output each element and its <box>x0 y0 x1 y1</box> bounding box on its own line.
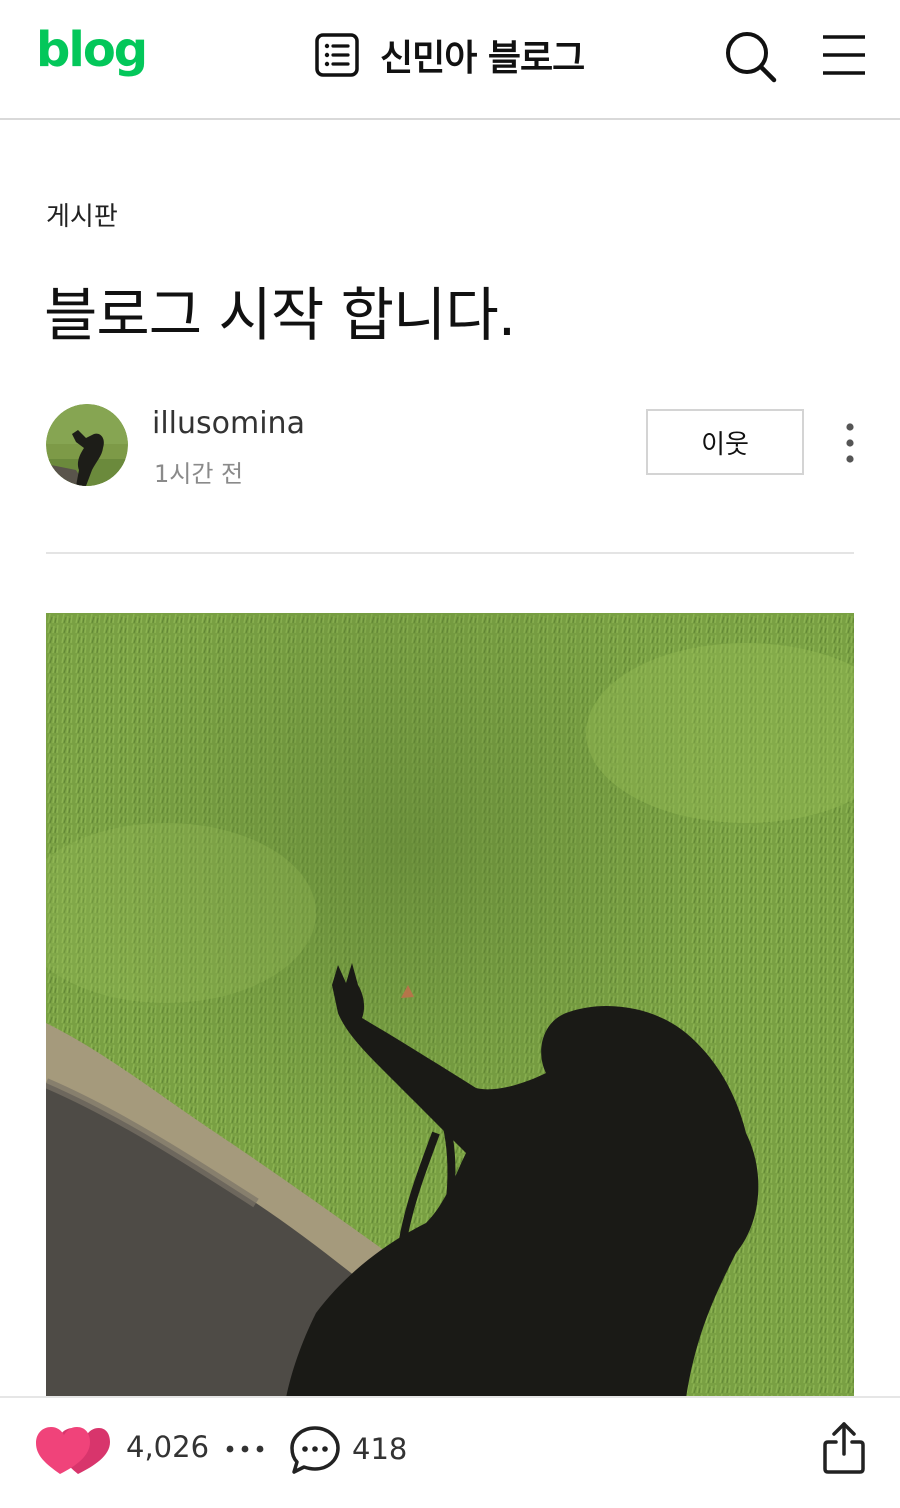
post-time: 1시간 전 <box>154 460 244 488</box>
heart-icon[interactable] <box>34 1424 110 1478</box>
more-vertical-icon[interactable] <box>838 420 862 466</box>
post-title: 블로그 시작 합니다. <box>44 281 516 349</box>
comment-count: 418 <box>352 1432 408 1466</box>
search-icon[interactable] <box>722 28 778 84</box>
list-icon <box>315 33 359 77</box>
post-category[interactable]: 게시판 <box>46 196 118 233</box>
author-name[interactable]: illusomina <box>152 406 305 441</box>
blog-title: 신민아 블로그 <box>380 38 585 79</box>
add-neighbor-button[interactable]: 이웃 <box>646 409 804 475</box>
blog-title-link[interactable]: 신민아 블로그 <box>314 30 585 80</box>
avatar[interactable] <box>46 404 128 486</box>
post-photo[interactable] <box>46 613 854 1398</box>
more-horizontal-icon[interactable] <box>224 1434 266 1464</box>
top-header: blog 신민아 블로그 <box>0 0 900 120</box>
menu-icon[interactable] <box>820 32 868 78</box>
blog-logo[interactable]: blog <box>36 22 148 78</box>
like-count: 4,026 <box>126 1430 210 1464</box>
share-icon[interactable] <box>820 1420 868 1476</box>
divider <box>46 552 854 554</box>
comment-icon[interactable] <box>288 1424 342 1476</box>
bottom-action-bar: 4,026 418 <box>0 1396 900 1508</box>
